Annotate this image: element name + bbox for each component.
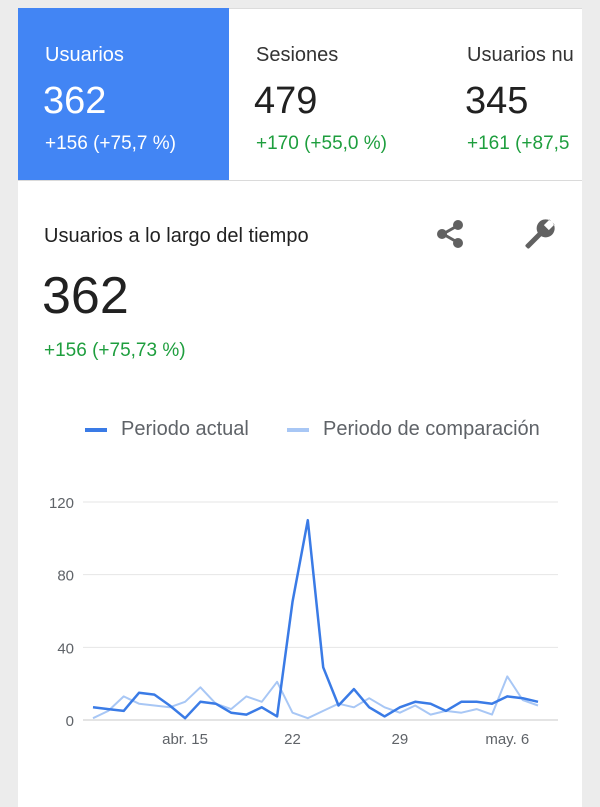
legend-swatch-comparison — [287, 428, 309, 432]
metric-total: 362 — [42, 267, 129, 325]
y-tick-label: 80 — [57, 568, 74, 585]
share-icon[interactable] — [430, 214, 470, 254]
tab-label: Usuarios nu — [467, 44, 574, 66]
tab-label: Usuarios — [45, 44, 124, 66]
tab-usuarios-nuevos[interactable]: Usuarios nu 345 +161 (+87,5 — [440, 8, 582, 180]
metric-delta: +156 (+75,73 %) — [44, 340, 186, 361]
tab-delta: +161 (+87,5 — [467, 133, 570, 154]
series-line-current — [92, 518, 539, 720]
analytics-card: Usuarios 362 +156 (+75,7 %) Sesiones 479… — [18, 8, 582, 807]
tab-value: 479 — [254, 80, 318, 122]
chart-title: Usuarios a lo largo del tiempo — [44, 225, 309, 247]
x-tick-label: abr. 15 — [162, 731, 208, 748]
users-line-chart: 0 40 80 120 abr. 15 22 29 may. 6 — [49, 495, 558, 748]
tab-value: 345 — [465, 80, 529, 122]
tab-sesiones[interactable]: Sesiones 479 +170 (+55,0 %) — [229, 8, 440, 180]
tab-usuarios[interactable]: Usuarios 362 +156 (+75,7 %) — [18, 8, 229, 180]
tab-delta: +156 (+75,7 %) — [45, 133, 176, 154]
x-tick-label: may. 6 — [485, 731, 529, 748]
tab-value: 362 — [43, 80, 107, 122]
legend-label: Periodo actual — [121, 418, 249, 440]
legend-swatch-current — [85, 428, 107, 432]
tab-delta: +170 (+55,0 %) — [256, 133, 387, 154]
metric-tabs: Usuarios 362 +156 (+75,7 %) Sesiones 479… — [18, 8, 582, 181]
tab-label: Sesiones — [256, 44, 339, 66]
x-tick-label: 29 — [392, 731, 409, 748]
legend-label: Periodo de comparación — [323, 418, 540, 440]
x-tick-label: 22 — [284, 731, 301, 748]
y-tick-label: 40 — [57, 640, 74, 657]
y-tick-label: 0 — [66, 713, 74, 730]
y-tick-label: 120 — [49, 495, 74, 512]
wrench-icon[interactable] — [520, 214, 560, 254]
